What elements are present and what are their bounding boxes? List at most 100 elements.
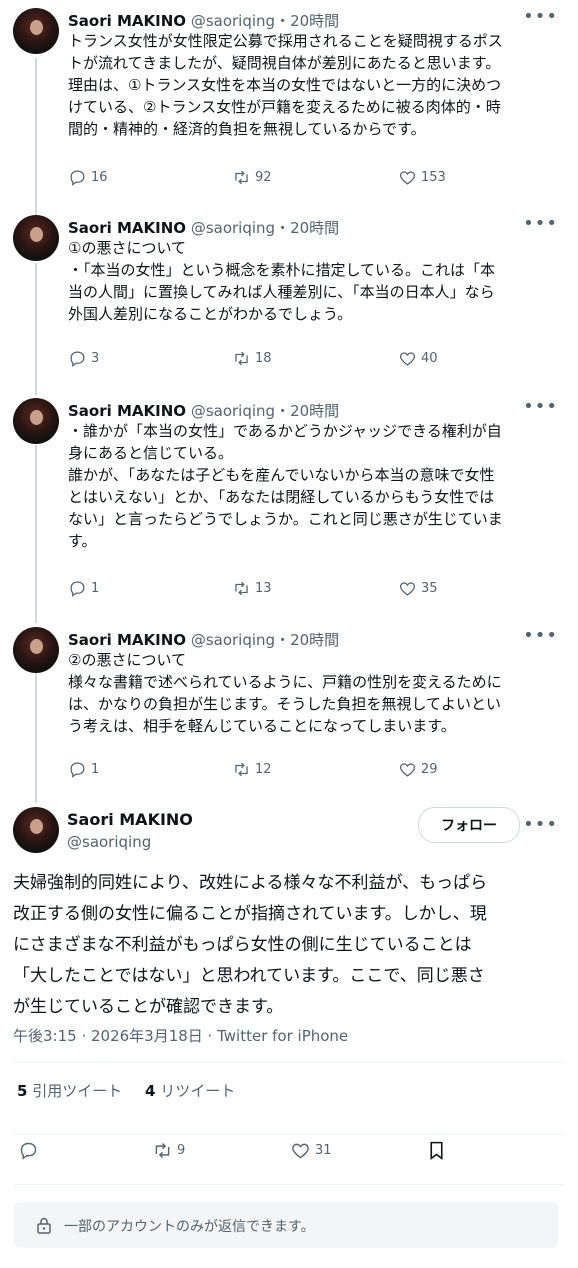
retweet-total: 4 [145,1082,156,1100]
tweet-thread-page: Saori MAKINO @saoriqing・20時間 ••• トランス女性が… [0,0,578,1268]
retweet-button[interactable]: 13 [232,579,272,598]
avatar[interactable] [13,627,59,673]
thread-tweet[interactable]: Saori MAKINO @saoriqing・20時間 ••• ①の悪さについ… [0,207,578,387]
reply-button[interactable]: 16 [68,168,108,187]
tweet-actions: 1 13 35 [68,579,468,599]
bookmark-icon [430,1141,443,1160]
divider [13,1062,565,1063]
retweet-count: 18 [255,351,272,366]
tweet-actions: 1 12 29 [68,760,468,780]
like-count: 31 [315,1143,332,1158]
heart-icon [399,582,416,596]
quote-label: 引用ツイート [32,1082,123,1100]
retweet-count: 9 [177,1143,186,1158]
tweet-time[interactable]: ・20時間 [275,219,339,237]
avatar[interactable] [13,8,59,54]
retweet-icon [155,1143,170,1158]
tweet-header: Saori MAKINO @saoriqing・20時間 [68,217,339,238]
retweets-link[interactable]: 4 リツイート [145,1082,235,1100]
heart-icon [399,171,416,185]
divider [13,1184,565,1185]
reply-restriction-notice: 一部のアカウントのみが返信できます。 [14,1202,558,1248]
reply-count: 16 [91,170,108,185]
thread-tweet[interactable]: Saori MAKINO @saoriqing・20時間 ••• ②の悪さについ… [0,619,578,799]
heart-icon [399,763,416,777]
tweet-time[interactable]: ・20時間 [275,402,339,420]
retweet-icon [235,351,248,366]
more-options-icon[interactable]: ••• [523,213,558,234]
retweet-button[interactable]: 92 [232,168,272,187]
more-options-icon[interactable]: ••• [523,396,558,417]
focused-tweet: Saori MAKINO @saoriqing フォロー ••• 夫婦強制的同姓… [0,800,578,1268]
retweet-button[interactable]: 18 [232,349,272,368]
more-options-icon[interactable]: ••• [523,6,558,27]
reply-icon [70,170,85,186]
avatar[interactable] [13,398,59,444]
author-name[interactable]: Saori MAKINO [68,219,186,237]
tweet-time[interactable]: ・20時間 [275,12,339,30]
author-name[interactable]: Saori MAKINO [68,631,186,649]
reply-icon [70,581,85,597]
author-name[interactable]: Saori MAKINO [68,402,186,420]
tweet-text: トランス女性が女性限定公募で採用されることを疑問視するポス トが流れてきましたが… [68,32,503,138]
reply-button[interactable]: 3 [68,349,99,368]
author-name[interactable]: Saori MAKINO [68,12,186,30]
tweet-text: 夫婦強制的同姓により、改姓による様々な不利益が、もっぱら 改正する側の女性に偏る… [13,873,488,1017]
quote-tweets-link[interactable]: 5 引用ツイート [17,1082,122,1100]
reply-count: 1 [91,762,100,777]
tweet-text: ・誰かが「本当の女性」であるかどうかジャッジできる権利が自 身にあると信じている… [68,422,503,550]
retweet-label: リツイート [160,1082,236,1100]
heart-icon [399,352,416,366]
tweet-time[interactable]: ・20時間 [275,631,339,649]
like-button[interactable]: 35 [398,579,438,598]
author-handle[interactable]: @saoriqing [191,12,275,30]
retweet-count: 12 [255,762,272,777]
engagement-stats: 5 引用ツイート 4 リツイート [17,1080,235,1101]
retweet-count: 92 [255,170,272,185]
like-button[interactable]: 29 [398,760,438,779]
author-handle[interactable]: @saoriqing [191,402,275,420]
thread-tweet[interactable]: Saori MAKINO @saoriqing・20時間 ••• ・誰かが「本当… [0,390,578,620]
tweet-actions: 9 31 [18,1140,558,1164]
like-count: 35 [421,581,438,596]
thread-tweet[interactable]: Saori MAKINO @saoriqing・20時間 ••• トランス女性が… [0,0,578,205]
tweet-header: Saori MAKINO @saoriqing・20時間 [68,400,339,421]
retweet-button[interactable]: 12 [232,760,272,779]
reply-button[interactable]: 1 [68,760,99,779]
like-count: 40 [421,351,438,366]
retweet-icon [235,762,248,777]
author-handle[interactable]: @saoriqing [67,833,151,851]
follow-button[interactable]: フォロー [418,807,520,843]
quote-count: 5 [17,1082,28,1100]
divider [13,1134,565,1135]
author-handle[interactable]: @saoriqing [191,631,275,649]
author-handle[interactable]: @saoriqing [191,219,275,237]
reply-icon [70,762,85,778]
reply-restriction-text: 一部のアカウントのみが返信できます。 [64,1219,315,1235]
reply-icon [20,1142,37,1160]
avatar[interactable] [13,215,59,261]
avatar[interactable] [13,807,59,853]
reply-count: 3 [91,351,100,366]
retweet-button[interactable]: 9 [152,1140,185,1161]
lock-icon [37,1217,51,1234]
retweet-count: 13 [255,581,272,596]
more-options-icon[interactable]: ••• [523,814,558,835]
reply-button[interactable]: 1 [68,579,99,598]
reply-button[interactable] [18,1140,39,1161]
like-button[interactable]: 40 [398,349,438,368]
retweet-icon [235,581,248,596]
bookmark-button[interactable] [426,1140,447,1161]
author-name[interactable]: Saori MAKINO [67,810,193,829]
tweet-timestamp[interactable]: 午後3:15 · 2026年3月18日 · Twitter for iPhone [13,1025,348,1046]
tweet-header: Saori MAKINO @saoriqing・20時間 [68,629,339,650]
reply-count: 1 [91,581,100,596]
tweet-actions: 16 92 153 [68,168,468,188]
heart-icon [292,1143,309,1159]
more-options-icon[interactable]: ••• [523,625,558,646]
like-button[interactable]: 153 [398,168,446,187]
tweet-header: Saori MAKINO @saoriqing・20時間 [68,10,339,31]
retweet-icon [235,170,248,185]
like-button[interactable]: 31 [290,1140,332,1161]
tweet-text: ②の悪さについて 様々な書籍で述べられているように、戸籍の性別を変えるために は… [68,651,502,735]
